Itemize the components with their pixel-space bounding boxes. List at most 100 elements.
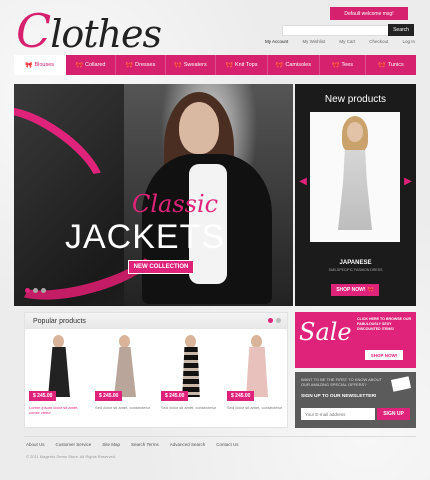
model-face (251, 335, 262, 348)
bow-icon: 🎀 (275, 62, 284, 69)
model-face (53, 335, 64, 348)
new-product-image[interactable] (310, 112, 400, 242)
hero-classic-text: Classic (132, 190, 219, 218)
new-product-subtitle: SUB-SPECIFIC FASHION DRESS (328, 268, 383, 272)
product-image (227, 333, 287, 399)
footer-link-customer-service[interactable]: Customer Service (56, 442, 92, 447)
footer-link-contact-us[interactable]: Contact Us (216, 442, 238, 447)
nav-item-knit-tops[interactable]: 🎀 Knit Tops (216, 55, 268, 75)
envelope-icon (390, 376, 412, 392)
top-link-log-in[interactable]: Log In (402, 39, 415, 44)
hero-banner[interactable]: Classic JACKETS NEW COLLECTION (14, 84, 293, 306)
product-card[interactable]: $ 245.00 Lorem ipsum dolor sit amet, con… (29, 333, 89, 415)
dress (114, 347, 136, 397)
sale-text: CLICK HERE TO BROWSE OUR FABULOUSLY SEXY… (357, 317, 412, 331)
top-link-checkout[interactable]: Checkout (369, 39, 388, 44)
top-link-my-wishlist[interactable]: My Wishlist (302, 39, 325, 44)
new-products-panel: New products ◀ ▶ JAPANESE SUB-SPECIFIC F… (295, 84, 416, 306)
new-products-title: New products (324, 94, 387, 105)
new-product-name: JAPANESE (339, 260, 372, 266)
shop-now-button[interactable]: SHOP NOW! 🎀 (331, 284, 379, 296)
dress (246, 347, 268, 397)
hero-jackets-text: JACKETS (65, 218, 226, 256)
product-image (95, 333, 155, 399)
sale-shop-now-button[interactable]: SHOP NOW! (365, 350, 403, 360)
top-link-my-account[interactable]: My Account (265, 39, 288, 44)
model-face (179, 102, 219, 154)
slider-dot[interactable] (276, 318, 281, 323)
nav-item-blouses[interactable]: 🎀 Blouses (14, 55, 66, 75)
footer-links: About Us Customer Service Site Map Searc… (26, 442, 239, 447)
sale-word: Sale (299, 318, 352, 346)
top-links: My Account My Wishlist My Cart Checkout … (265, 39, 415, 44)
hero-slider-dots (25, 288, 46, 293)
dress (48, 347, 70, 397)
bow-icon: 🎀 (174, 62, 182, 69)
model-face (347, 122, 363, 142)
popular-slider-dots (268, 318, 281, 323)
footer-link-advanced-search[interactable]: Advanced Search (170, 442, 206, 447)
search-input[interactable] (282, 25, 398, 36)
popular-products-title: Popular products (33, 317, 86, 325)
bow-icon: 🎀 (24, 62, 33, 69)
product-description[interactable]: Sed dolor sit amet, consectetur (227, 405, 287, 410)
popular-products: Popular products $ 245.00 Lorem ipsum do… (24, 312, 288, 428)
chevron-left-icon[interactable]: ◀ (299, 174, 307, 188)
model-face (185, 335, 196, 348)
newsletter-heading: SIGN UP TO OUR NEWSLETTER! (301, 394, 377, 399)
product-price: $ 245.00 (227, 391, 255, 401)
dress (338, 150, 372, 230)
footer-divider (24, 436, 416, 437)
newsletter-intro: WANT TO BE THE FIRST TO KNOW ABOUT OUR A… (301, 377, 382, 387)
search-button[interactable]: Search (388, 24, 414, 36)
copyright: © 2011 Magento Demo Store. All Rights Re… (26, 454, 117, 459)
page: Clothes Default welcome msg! Search My A… (14, 0, 416, 480)
product-description[interactable]: Sed dolor sit amet, consectetur (95, 405, 155, 410)
product-price: $ 245.00 (29, 391, 57, 401)
product-description[interactable]: Sed dolor sit amet, consectetur (161, 405, 221, 410)
nav-item-sweaters[interactable]: 🎀 Sweaters (166, 55, 216, 75)
nav-item-dresses[interactable]: 🎀 Dresses (116, 55, 166, 75)
slider-dot[interactable] (33, 288, 38, 293)
footer-link-about-us[interactable]: About Us (26, 442, 45, 447)
popular-products-header: Popular products (25, 313, 287, 329)
footer-link-site-map[interactable]: Site Map (102, 442, 120, 447)
product-description[interactable]: Lorem ipsum dolor sit amet, conse ctetur (29, 405, 89, 415)
product-price: $ 245.00 (161, 391, 189, 401)
pink-ribbon (14, 89, 119, 219)
logo-text: lothes (50, 12, 162, 56)
product-card[interactable]: $ 245.00 Sed dolor sit amet, consectetur (95, 333, 155, 415)
product-card[interactable]: $ 245.00 Sed dolor sit amet, consectetur (227, 333, 287, 415)
footer-link-search-terms[interactable]: Search Terms (131, 442, 159, 447)
model-face (119, 335, 130, 348)
bow-icon: 🎀 (225, 62, 233, 69)
nav-item-tunics[interactable]: 🎀 Tunics (366, 55, 416, 75)
bow-icon: 🎀 (367, 287, 374, 293)
product-price: $ 245.00 (95, 391, 123, 401)
sale-banner[interactable]: Sale CLICK HERE TO BROWSE OUR FABULOUSLY… (295, 312, 416, 368)
product-image (29, 333, 89, 399)
bow-icon: 🎀 (331, 62, 340, 69)
welcome-message: Default welcome msg! (330, 7, 408, 20)
bow-icon: 🎀 (75, 62, 83, 69)
nav-item-camisoles[interactable]: 🎀 Camisoles (268, 55, 320, 75)
popular-products-list: $ 245.00 Lorem ipsum dolor sit amet, con… (25, 329, 287, 415)
newsletter-email-input[interactable] (301, 408, 375, 420)
newsletter-panel: WANT TO BE THE FIRST TO KNOW ABOUT OUR A… (295, 372, 416, 428)
slider-dot[interactable] (268, 318, 273, 323)
bow-icon: 🎀 (125, 62, 134, 69)
dress (182, 347, 200, 397)
main-nav: 🎀 Blouses 🎀 Collared 🎀 Dresses 🎀 Sweaters 🎀 K… (14, 55, 416, 75)
chevron-right-icon[interactable]: ▶ (404, 174, 412, 188)
slider-dot[interactable] (41, 288, 46, 293)
bow-icon: 🎀 (378, 62, 386, 69)
slider-dot[interactable] (25, 288, 30, 293)
new-collection-button[interactable]: NEW COLLECTION (128, 260, 194, 274)
product-image (161, 333, 221, 399)
logo[interactable]: Clothes (16, 4, 162, 58)
product-card[interactable]: $ 245.00 Sed dolor sit amet, consectetur (161, 333, 221, 415)
nav-item-tees[interactable]: 🎀 Tees (320, 55, 366, 75)
sign-up-button[interactable]: SIGN UP (377, 408, 410, 420)
nav-item-collared[interactable]: 🎀 Collared (66, 55, 116, 75)
top-link-my-cart[interactable]: My Cart (339, 39, 355, 44)
